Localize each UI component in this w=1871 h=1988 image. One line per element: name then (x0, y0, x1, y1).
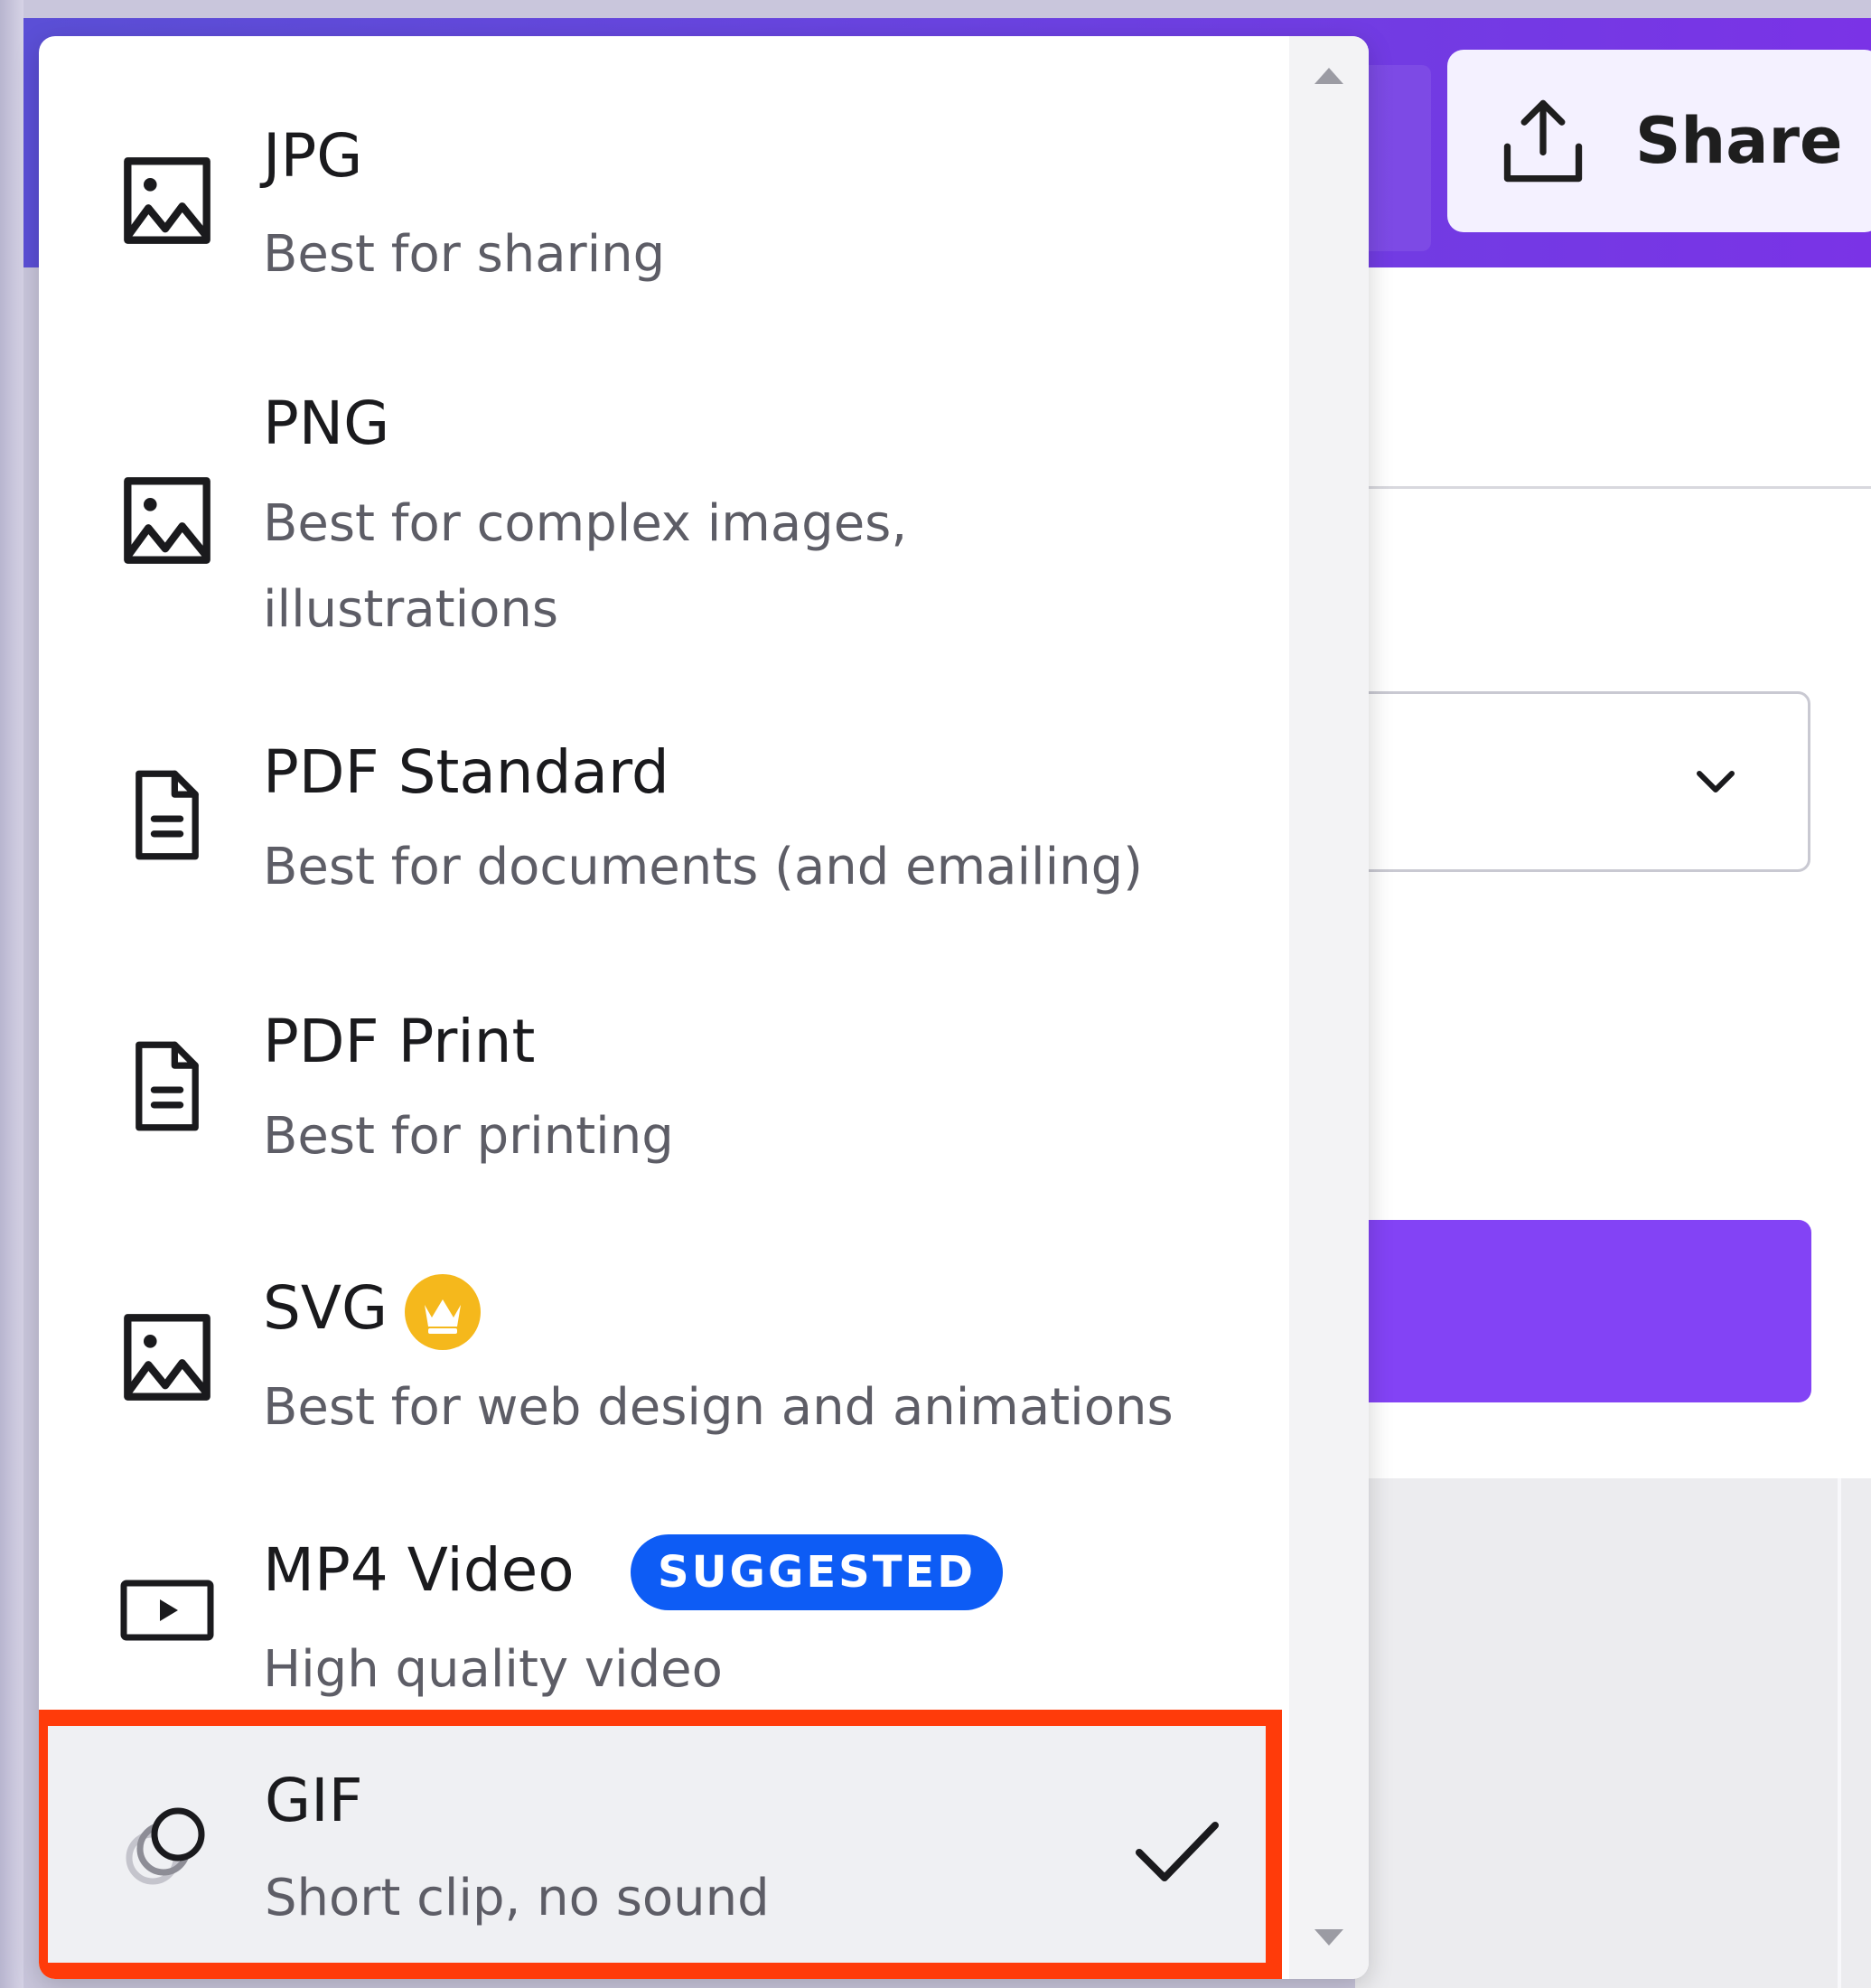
option-description: High quality video (263, 1640, 723, 1699)
dropdown-scrollbar[interactable] (1289, 36, 1369, 1979)
document-icon (136, 770, 199, 860)
share-icon (1503, 99, 1583, 183)
option-svg[interactable]: SVG Best for web design and animations (39, 1229, 1289, 1491)
option-pdf-standard[interactable]: PDF Standard Best for documents (and ema… (39, 687, 1289, 949)
share-button[interactable]: Share (1447, 50, 1871, 232)
option-description-line-1: Best for complex images, (263, 494, 908, 553)
option-title: GIF (265, 1766, 363, 1835)
option-title: MP4 Video (263, 1535, 575, 1605)
option-jpg[interactable]: JPG Best for sharing (39, 72, 1289, 298)
scroll-up-arrow-icon[interactable] (1314, 68, 1343, 84)
checkmark-icon (1136, 1822, 1219, 1881)
option-title: JPG (263, 121, 363, 191)
option-description: Short clip, no sound (265, 1869, 770, 1927)
image-icon (124, 477, 210, 564)
crown-icon (405, 1274, 481, 1350)
option-title: SVG (263, 1273, 388, 1343)
canvas-background (1355, 1478, 1871, 1988)
image-icon (124, 157, 210, 244)
option-description: Best for printing (263, 1107, 674, 1166)
option-title: PDF Print (263, 1007, 536, 1076)
option-description: Best for sharing (263, 225, 666, 284)
gif-icon (126, 1807, 205, 1885)
option-png[interactable]: PNG Best for complex images, illustratio… (39, 298, 1289, 651)
option-mp4-video[interactable]: MP4 Video SUGGESTED High quality video (39, 1509, 1289, 1744)
option-description: Best for web design and animations (263, 1378, 1174, 1437)
option-gif[interactable]: GIF Short clip, no sound (39, 1710, 1282, 1979)
video-icon (120, 1580, 214, 1641)
file-type-select[interactable] (1292, 691, 1810, 872)
window-edge (0, 0, 23, 1988)
chevron-down-icon (1697, 771, 1735, 792)
option-pdf-print[interactable]: PDF Print Best for printing (39, 976, 1289, 1220)
image-icon (124, 1314, 210, 1401)
document-icon (136, 1041, 199, 1131)
option-title: PNG (263, 389, 390, 458)
share-button-label: Share (1635, 104, 1843, 178)
option-description: Best for documents (and emailing) (263, 838, 1144, 896)
panel-divider (1355, 486, 1871, 489)
suggested-badge: SUGGESTED (631, 1534, 1004, 1610)
option-title: PDF Standard (263, 737, 669, 807)
file-type-dropdown[interactable]: JPG Best for sharing PNG Best for comple… (39, 36, 1369, 1979)
scroll-down-arrow-icon[interactable] (1314, 1929, 1343, 1946)
option-description-line-2: illustrations (263, 580, 559, 639)
